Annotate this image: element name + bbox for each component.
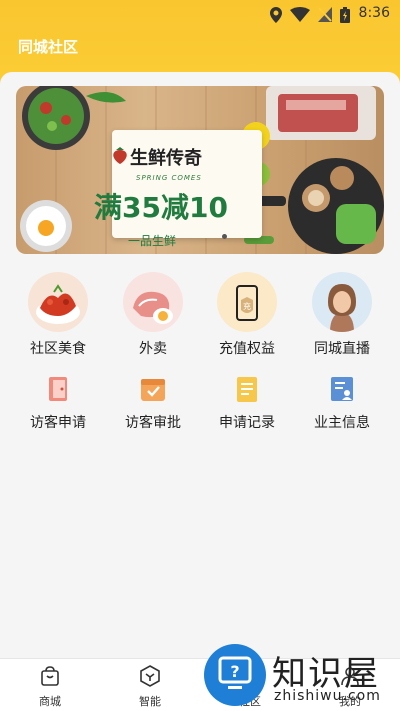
banner-indicator[interactable] [222, 234, 227, 239]
nav-label: 商城 [39, 695, 61, 708]
owner-info-icon [327, 374, 357, 404]
recharge-icon: 充 [217, 272, 277, 332]
promo-banner[interactable]: 生鲜传奇 SPRING COMES 满35减10 一品生鲜 [16, 86, 384, 254]
watermark: ? 知识屋 zhishiwu.com [200, 640, 400, 711]
tool-owner-info[interactable]: 业主信息 [302, 374, 382, 432]
watermark-url: zhishiwu.com [274, 688, 381, 704]
nav-mall[interactable]: 商城 [20, 665, 80, 709]
nav-label: 智能 [139, 695, 161, 708]
food-icon [28, 272, 88, 332]
tool-label: 业主信息 [314, 415, 370, 431]
tool-label: 申请记录 [219, 415, 275, 431]
records-icon [232, 374, 262, 404]
service-takeout[interactable]: 外卖 [113, 272, 193, 358]
tool-label: 访客申请 [30, 415, 86, 431]
service-label: 充值权益 [219, 341, 275, 357]
tool-visitor-apply[interactable]: 访客申请 [18, 374, 98, 432]
service-live[interactable]: 同城直播 [302, 272, 382, 358]
tool-records[interactable]: 申请记录 [207, 374, 287, 432]
banner-subtitle: SPRING COMES [136, 174, 202, 182]
shopping-bag-icon [41, 666, 59, 686]
visitor-approve-icon [138, 374, 168, 404]
service-label: 外卖 [139, 341, 167, 357]
strawberry-icon [113, 147, 127, 164]
service-label: 社区美食 [30, 341, 86, 357]
takeout-icon [123, 272, 183, 332]
no-signal-icon [318, 7, 332, 22]
watermark-logo-icon: ? [204, 644, 266, 706]
svg-text:充: 充 [243, 301, 251, 311]
svg-text:?: ? [230, 662, 239, 681]
smart-icon [140, 665, 160, 687]
service-community-food[interactable]: 社区美食 [18, 272, 98, 358]
banner-promo: 满35减10 [94, 191, 228, 224]
status-time: 8:36 [358, 5, 390, 21]
service-label: 同城直播 [314, 341, 370, 357]
page-title: 同城社区 [18, 38, 79, 56]
battery-icon [340, 7, 350, 23]
banner-tag: 一品生鲜 [128, 234, 177, 248]
visitor-apply-icon [43, 374, 73, 404]
service-recharge[interactable]: 充 充值权益 [207, 272, 287, 358]
tool-visitor-approve[interactable]: 访客审批 [113, 374, 193, 432]
nav-smart[interactable]: 智能 [120, 665, 180, 709]
location-icon [270, 7, 282, 23]
wifi-icon [290, 7, 310, 22]
tool-label: 访客审批 [125, 415, 181, 431]
banner-brand: 生鲜传奇 [130, 148, 202, 169]
live-icon [312, 272, 372, 332]
status-bar: 8:36 [0, 0, 400, 28]
